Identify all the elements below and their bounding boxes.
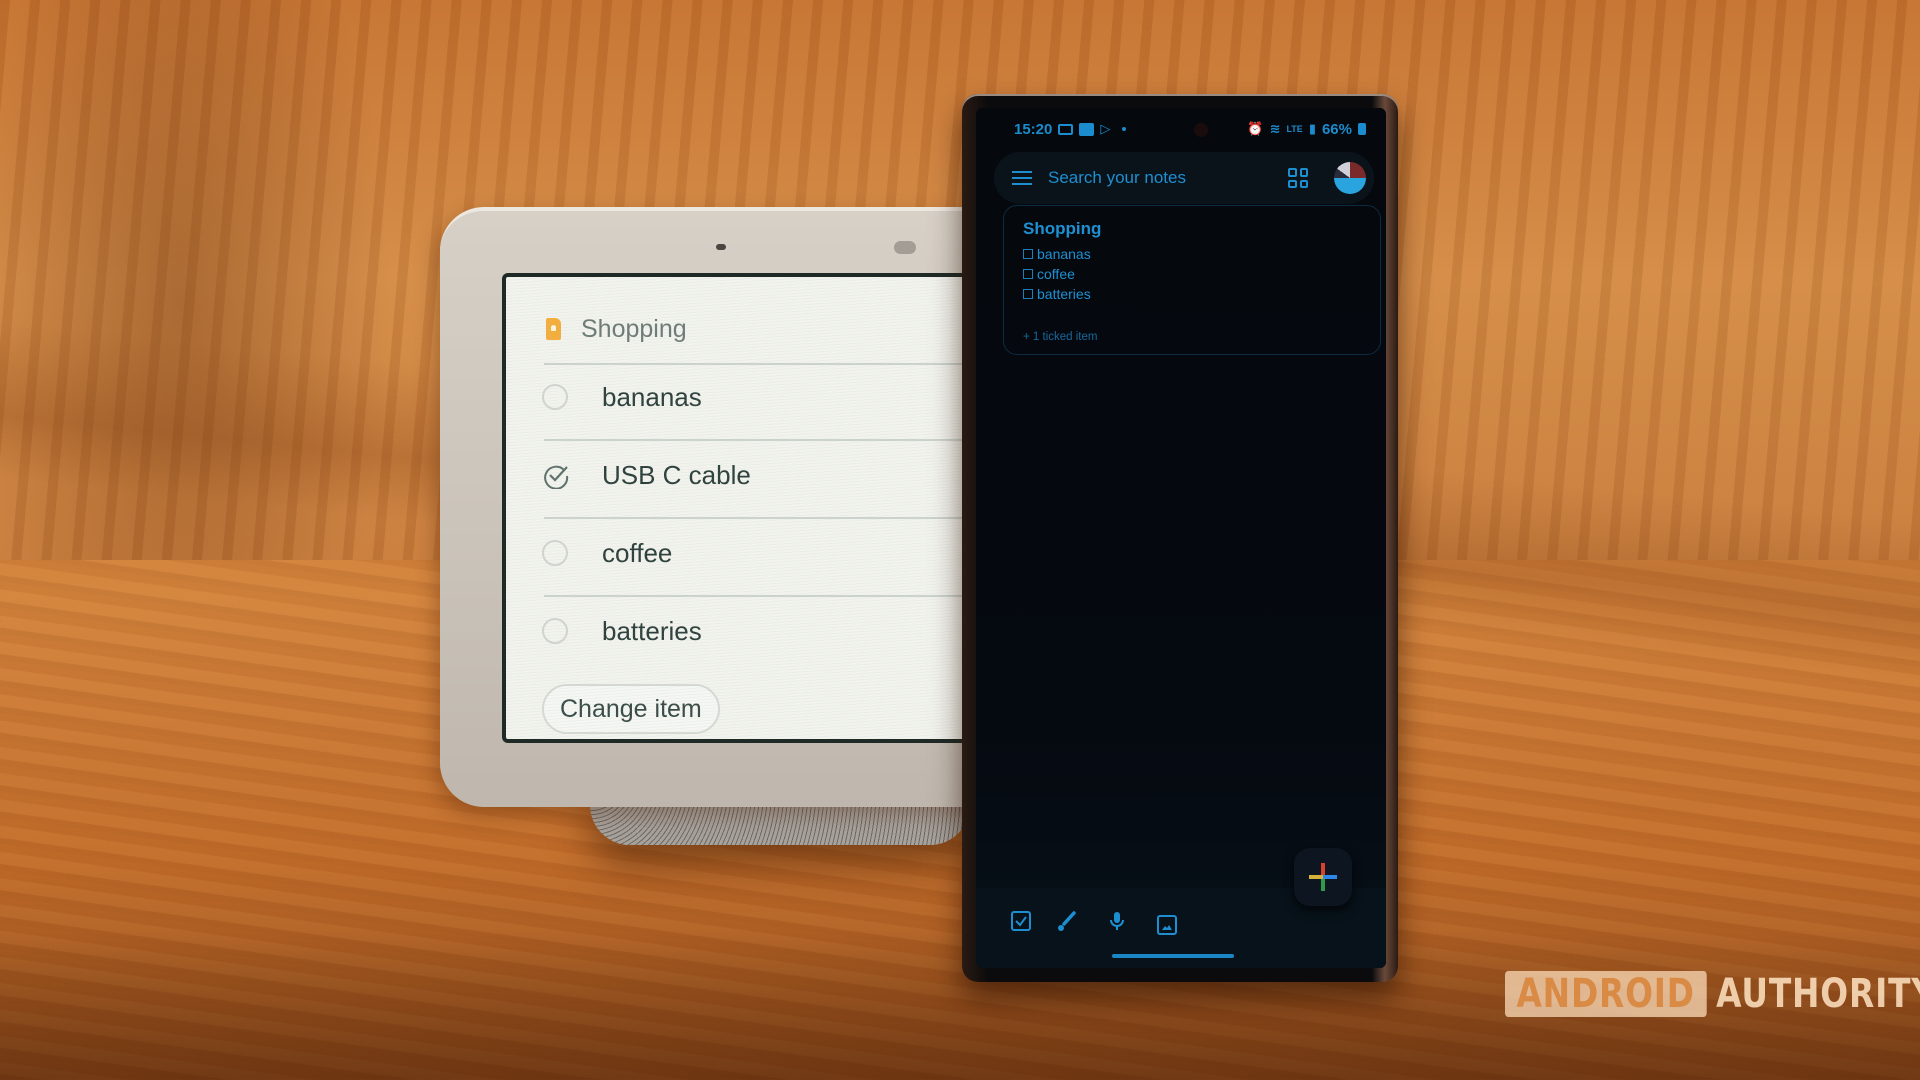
divider bbox=[544, 439, 1002, 441]
hub-note-header: Shopping bbox=[546, 313, 687, 345]
note-list-item: bananas bbox=[1023, 246, 1091, 262]
wifi-icon: ≋ bbox=[1269, 121, 1281, 136]
hub-list-item-bananas[interactable]: bananas bbox=[542, 377, 702, 417]
note-title: Shopping bbox=[1023, 219, 1102, 238]
hub-item-label: coffee bbox=[602, 537, 673, 568]
unchecked-circle-icon[interactable] bbox=[542, 540, 568, 566]
hub-list-item-coffee[interactable]: coffee bbox=[542, 533, 672, 573]
note-item-label: batteries bbox=[1037, 286, 1091, 302]
grid-view-icon[interactable] bbox=[1288, 168, 1308, 188]
watermark-boxed-text: ANDROID bbox=[1505, 971, 1707, 1017]
unchecked-circle-icon[interactable] bbox=[542, 618, 568, 644]
volte-lte-icon: LTE bbox=[1286, 124, 1303, 134]
search-bar[interactable]: Search your notes bbox=[994, 152, 1374, 204]
hub-item-label: USB C cable bbox=[602, 459, 751, 490]
phone-screen: 15:20 ▷ ⏰ ≋ LTE ▮ 66% Search your notes … bbox=[976, 108, 1386, 968]
nest-hub-screen: Shopping bananas USB C cable coffee batt… bbox=[502, 273, 1002, 743]
note-item-label: bananas bbox=[1037, 246, 1091, 262]
new-note-fab[interactable] bbox=[1294, 848, 1352, 906]
note-list-item: batteries bbox=[1023, 286, 1091, 302]
battery-icon bbox=[1358, 123, 1366, 135]
divider bbox=[544, 517, 1002, 519]
play-store-icon: ▷ bbox=[1100, 121, 1111, 136]
account-avatar[interactable] bbox=[1334, 162, 1366, 194]
hub-item-label: batteries bbox=[602, 615, 702, 646]
checkbox-icon bbox=[1023, 249, 1033, 259]
hub-item-label: bananas bbox=[602, 381, 702, 412]
status-bar: 15:20 ▷ ⏰ ≋ LTE ▮ 66% bbox=[1014, 118, 1366, 140]
hub-note-title: Shopping bbox=[581, 314, 687, 343]
nest-hub-microphone bbox=[716, 244, 726, 250]
android-authority-watermark: ANDROID AUTHORITY bbox=[1505, 971, 1920, 1017]
checkbox-icon bbox=[1023, 289, 1033, 299]
voice-note-icon[interactable] bbox=[1106, 910, 1128, 932]
checkbox-icon bbox=[1023, 269, 1033, 279]
note-list-item: coffee bbox=[1023, 266, 1075, 282]
alarm-icon: ⏰ bbox=[1247, 121, 1264, 136]
watermark-text: AUTHORITY bbox=[1716, 971, 1920, 1017]
menu-icon[interactable] bbox=[1012, 171, 1032, 185]
note-card-shopping[interactable]: Shopping bananas coffee batteries + 1 ti… bbox=[1003, 205, 1381, 355]
search-input[interactable]: Search your notes bbox=[1048, 168, 1288, 188]
hub-list-item-batteries[interactable]: batteries bbox=[542, 611, 702, 651]
note-item-label: coffee bbox=[1037, 266, 1075, 282]
divider bbox=[544, 363, 1002, 365]
google-keep-icon bbox=[546, 318, 561, 340]
ticked-items-summary: + 1 ticked item bbox=[1023, 331, 1098, 343]
screen-cast-icon bbox=[1058, 123, 1074, 135]
divider bbox=[544, 595, 1002, 597]
app-notification-icon bbox=[1079, 122, 1095, 136]
hub-list-item-usb-c-cable[interactable]: USB C cable bbox=[542, 455, 751, 495]
notification-dot-icon bbox=[1122, 127, 1127, 131]
unchecked-circle-icon[interactable] bbox=[542, 384, 568, 410]
battery-percent: 66% bbox=[1321, 120, 1352, 138]
new-list-icon[interactable] bbox=[1010, 910, 1032, 932]
checked-circle-icon[interactable] bbox=[542, 461, 570, 489]
change-item-button[interactable]: Change item bbox=[542, 684, 720, 734]
status-time: 15:20 bbox=[1014, 120, 1053, 138]
nest-hub-ambient-sensor bbox=[894, 241, 916, 254]
drawing-icon[interactable] bbox=[1056, 910, 1078, 932]
home-indicator[interactable] bbox=[1112, 954, 1234, 958]
signal-icon: ▮ bbox=[1308, 121, 1316, 136]
image-note-icon[interactable] bbox=[1156, 914, 1178, 936]
